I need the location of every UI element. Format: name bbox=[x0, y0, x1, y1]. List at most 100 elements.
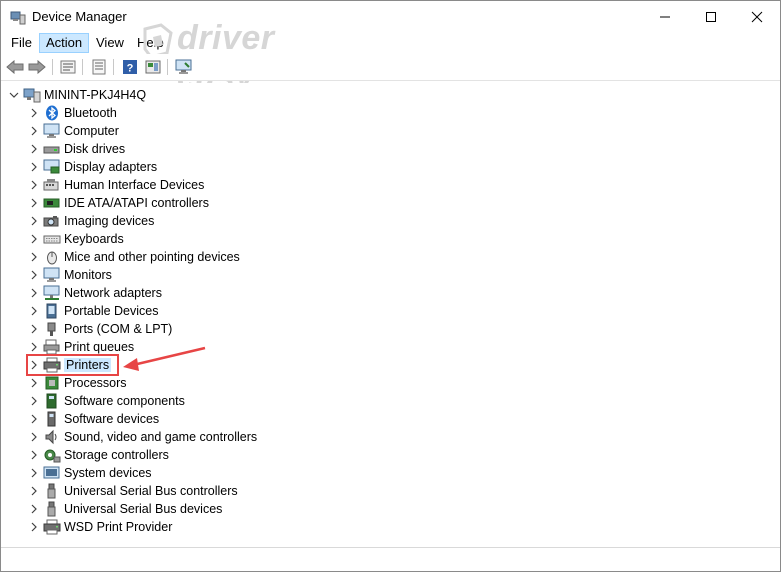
tree-item-storage-controllers[interactable]: Storage controllers bbox=[27, 446, 169, 464]
tree-item-label: Bluetooth bbox=[64, 106, 117, 120]
properties-button[interactable] bbox=[58, 57, 78, 77]
chevron-right-icon[interactable] bbox=[27, 266, 41, 284]
port-icon bbox=[43, 321, 61, 337]
chevron-right-icon[interactable] bbox=[27, 140, 41, 158]
show-hide-button[interactable] bbox=[143, 57, 163, 77]
chevron-right-icon[interactable] bbox=[27, 158, 41, 176]
chevron-right-icon[interactable] bbox=[27, 482, 41, 500]
chevron-right-icon[interactable] bbox=[27, 176, 41, 194]
chevron-right-icon[interactable] bbox=[27, 230, 41, 248]
tree-item-label: WSD Print Provider bbox=[64, 520, 173, 534]
status-bar bbox=[1, 547, 780, 571]
tree-item-wsd-print-provider[interactable]: WSD Print Provider bbox=[27, 518, 172, 536]
keyboard-icon bbox=[43, 231, 61, 247]
storage-controller-icon bbox=[43, 447, 61, 463]
chevron-down-icon[interactable] bbox=[7, 86, 21, 104]
chevron-right-icon[interactable] bbox=[27, 392, 41, 410]
usb-icon bbox=[43, 483, 61, 499]
tree-item-imaging-devices[interactable]: Imaging devices bbox=[27, 212, 154, 230]
tree-item-system-devices[interactable]: System devices bbox=[27, 464, 152, 482]
chevron-right-icon[interactable] bbox=[27, 500, 41, 518]
tree-item-label: Processors bbox=[64, 376, 127, 390]
chevron-right-icon[interactable] bbox=[27, 212, 41, 230]
tree-item-keyboards[interactable]: Keyboards bbox=[27, 230, 124, 248]
menu-file[interactable]: File bbox=[5, 33, 38, 53]
chevron-right-icon[interactable] bbox=[27, 248, 41, 266]
tree-item-network-adapters[interactable]: Network adapters bbox=[27, 284, 162, 302]
tree-root[interactable]: MININT-PKJ4H4Q bbox=[7, 86, 146, 104]
maximize-button[interactable] bbox=[688, 1, 734, 32]
tree-item-human-interface-devices[interactable]: Human Interface Devices bbox=[27, 176, 204, 194]
disk-drive-icon bbox=[43, 141, 61, 157]
tree-item-universal-serial-bus-devices[interactable]: Universal Serial Bus devices bbox=[27, 500, 222, 518]
chevron-right-icon[interactable] bbox=[27, 410, 41, 428]
tree-item-ide-ata-atapi-controllers[interactable]: IDE ATA/ATAPI controllers bbox=[27, 194, 209, 212]
tree-item-disk-drives[interactable]: Disk drives bbox=[27, 140, 125, 158]
system-device-icon bbox=[43, 465, 61, 481]
chevron-right-icon[interactable] bbox=[27, 302, 41, 320]
close-button[interactable] bbox=[734, 1, 780, 32]
toolbar-separator bbox=[52, 59, 53, 75]
toolbar-separator bbox=[82, 59, 83, 75]
tree-item-sound-video-and-game-controllers[interactable]: Sound, video and game controllers bbox=[27, 428, 257, 446]
toolbar-separator bbox=[167, 59, 168, 75]
tree-item-monitors[interactable]: Monitors bbox=[27, 266, 112, 284]
tree-item-label: Universal Serial Bus controllers bbox=[64, 484, 238, 498]
maximize-icon bbox=[706, 11, 716, 22]
portable-device-icon bbox=[43, 303, 61, 319]
tree-item-label: Display adapters bbox=[64, 160, 158, 174]
tree-item-display-adapters[interactable]: Display adapters bbox=[27, 158, 157, 176]
chevron-right-icon[interactable] bbox=[27, 284, 41, 302]
printer-icon bbox=[43, 519, 61, 535]
tree-item-ports-com-lpt[interactable]: Ports (COM & LPT) bbox=[27, 320, 172, 338]
device-tree: MININT-PKJ4H4Q Bluetooth Computer Disk dri… bbox=[1, 83, 780, 546]
tree-item-portable-devices[interactable]: Portable Devices bbox=[27, 302, 159, 320]
chevron-right-icon[interactable] bbox=[27, 122, 41, 140]
menu-view[interactable]: View bbox=[90, 33, 130, 53]
annotation-arrow-icon bbox=[123, 346, 206, 371]
chevron-right-icon[interactable] bbox=[27, 104, 41, 122]
update-button[interactable] bbox=[89, 57, 109, 77]
tree-item-bluetooth[interactable]: Bluetooth bbox=[27, 104, 117, 122]
hid-icon bbox=[43, 177, 61, 193]
tree-item-label: Human Interface Devices bbox=[64, 178, 205, 192]
tree-item-mice-and-other-pointing-devices[interactable]: Mice and other pointing devices bbox=[27, 248, 240, 266]
tree-item-label: Portable Devices bbox=[64, 304, 159, 318]
tree-item-universal-serial-bus-controllers[interactable]: Universal Serial Bus controllers bbox=[27, 482, 238, 500]
software-device-icon bbox=[43, 411, 61, 427]
forward-button[interactable] bbox=[27, 57, 47, 77]
monitor-icon bbox=[43, 267, 61, 283]
annotation-highlight-box bbox=[26, 354, 119, 376]
title-bar[interactable]: Device Manager bbox=[1, 1, 780, 32]
chevron-right-icon[interactable] bbox=[27, 518, 41, 536]
close-icon bbox=[751, 11, 763, 22]
chevron-right-icon[interactable] bbox=[27, 320, 41, 338]
chevron-right-icon[interactable] bbox=[27, 446, 41, 464]
help-button[interactable]: ? bbox=[120, 57, 140, 77]
tree-item-processors[interactable]: Processors bbox=[27, 374, 127, 392]
monitor-icon bbox=[175, 59, 192, 74]
back-icon bbox=[6, 60, 24, 74]
processor-icon bbox=[43, 375, 61, 391]
chevron-right-icon[interactable] bbox=[27, 428, 41, 446]
help-icon: ? bbox=[123, 60, 137, 75]
tree-item-software-components[interactable]: Software components bbox=[27, 392, 185, 410]
forward-icon bbox=[28, 60, 46, 74]
update-icon bbox=[92, 59, 106, 75]
monitor-button[interactable] bbox=[174, 57, 194, 77]
menu-action[interactable]: Action bbox=[39, 33, 90, 53]
tree-item-label: Mice and other pointing devices bbox=[64, 250, 240, 264]
menu-help[interactable]: Help bbox=[131, 33, 170, 53]
tree-item-label: Disk drives bbox=[64, 142, 126, 156]
tree-item-label: Imaging devices bbox=[64, 214, 155, 228]
back-button[interactable] bbox=[5, 57, 25, 77]
chevron-right-icon[interactable] bbox=[27, 374, 41, 392]
chevron-right-icon[interactable] bbox=[27, 194, 41, 212]
tree-item-computer[interactable]: Computer bbox=[27, 122, 119, 140]
tree-item-label: Ports (COM & LPT) bbox=[64, 322, 173, 336]
chevron-right-icon[interactable] bbox=[27, 464, 41, 482]
tree-item-software-devices[interactable]: Software devices bbox=[27, 410, 159, 428]
minimize-button[interactable] bbox=[642, 1, 688, 32]
tree-item-label: Software components bbox=[64, 394, 185, 408]
tree-item-label: Sound, video and game controllers bbox=[64, 430, 258, 444]
